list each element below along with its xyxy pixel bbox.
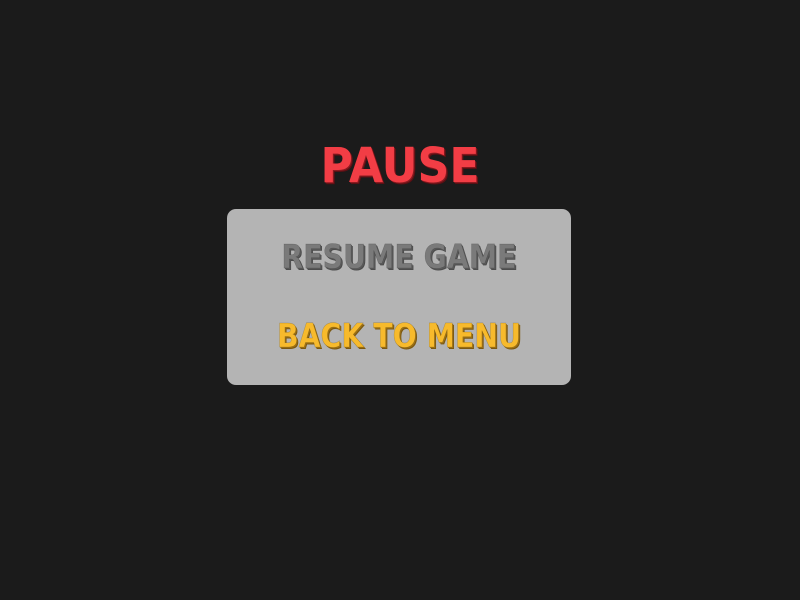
back-to-menu-button[interactable]: BACK TO MENU xyxy=(251,315,547,357)
resume-game-button[interactable]: RESUME GAME xyxy=(251,236,547,278)
pause-title: PAUSE xyxy=(320,138,480,194)
pause-screen: PAUSE RESUME GAME BACK TO MENU xyxy=(0,0,800,600)
pause-menu-panel: RESUME GAME BACK TO MENU xyxy=(227,209,571,385)
